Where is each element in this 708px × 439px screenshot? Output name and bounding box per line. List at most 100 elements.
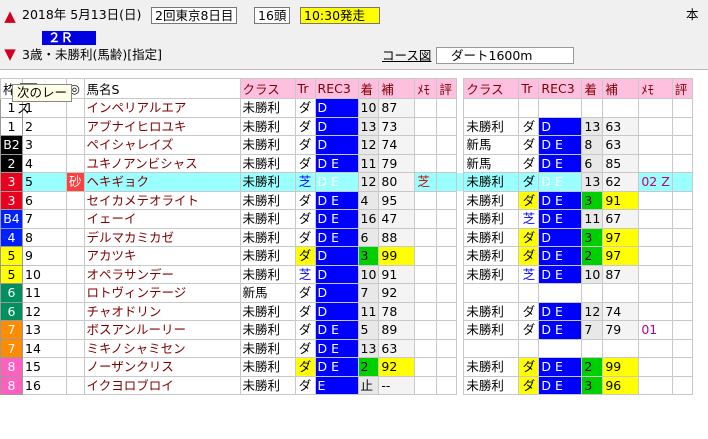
table-row[interactable]: 2 4 ユキノアンビシャス 未勝利ダ D E 11 79 新馬ダ D E 6 85 — [0, 153, 693, 173]
horse-number[interactable]: 16 — [22, 375, 67, 395]
cur-class[interactable]: 未勝利 — [239, 116, 296, 136]
waku-cell[interactable]: 7 — [0, 320, 23, 340]
prev-hyo[interactable] — [671, 172, 693, 192]
gap-cell[interactable] — [457, 265, 464, 284]
prev-track[interactable]: ダ — [518, 320, 540, 340]
horse-name[interactable]: アブナイヒロユキ — [83, 116, 241, 136]
col-cur-class[interactable]: クラス — [239, 78, 296, 99]
cur-class[interactable]: 未勝利 — [239, 153, 296, 173]
col-prev-hyo[interactable]: 評 — [671, 78, 693, 99]
prev-memo[interactable] — [638, 283, 673, 303]
prev-chaku[interactable]: 11 — [581, 209, 604, 229]
horse-name[interactable]: セイカメテオライト — [83, 190, 241, 210]
table-row[interactable]: B4 7 イェーイ 未勝利ダ D E 16 47 未勝利芝 D E 11 67 — [0, 209, 693, 229]
gap-cell[interactable] — [457, 136, 464, 155]
next-race-arrow-icon[interactable]: ▼ — [3, 44, 17, 64]
table-row[interactable]: 5 10 オペラサンデー 未勝利芝 D 10 91 未勝利芝 D E 10 87 — [0, 264, 693, 284]
gap-cell[interactable] — [457, 191, 464, 210]
cur-ho[interactable]: 79 — [378, 153, 416, 173]
prev-chaku[interactable]: 3 — [581, 190, 604, 210]
prev-track[interactable] — [518, 338, 540, 358]
horse-name[interactable]: イェーイ — [83, 209, 241, 229]
prev-ho[interactable]: 97 — [602, 227, 640, 247]
cur-rec3[interactable]: D — [314, 283, 359, 303]
waku-cell[interactable]: 2 — [0, 153, 23, 173]
cur-chaku[interactable]: 12 — [357, 135, 380, 155]
horse-number[interactable]: 13 — [22, 320, 67, 340]
prev-chaku[interactable]: 3 — [581, 375, 604, 395]
cur-chaku[interactable]: 12 — [357, 172, 380, 192]
cur-class[interactable]: 未勝利 — [239, 338, 296, 358]
cur-ho[interactable]: 78 — [378, 301, 416, 321]
prev-rec3[interactable]: D — [538, 227, 583, 247]
cur-hyo[interactable] — [436, 153, 458, 173]
prev-memo[interactable] — [638, 338, 673, 358]
prev-hyo[interactable] — [671, 246, 693, 266]
cur-memo[interactable] — [414, 153, 438, 173]
waku-cell[interactable]: 6 — [0, 283, 23, 303]
prev-ho[interactable]: 63 — [602, 135, 640, 155]
col-prev-tr[interactable]: Tr — [518, 78, 540, 99]
col-cur-ho[interactable]: 補 — [378, 78, 416, 99]
prev-memo[interactable] — [638, 264, 673, 284]
prev-track[interactable]: ダ — [518, 153, 540, 173]
prev-ho[interactable]: 87 — [602, 264, 640, 284]
waku-cell[interactable]: 5 — [0, 246, 23, 266]
horse-name[interactable]: オペラサンデー — [83, 264, 241, 284]
table-row[interactable]: B2 3 ペイシャレイズ 未勝利ダ D 12 74 新馬ダ D E 8 63 — [0, 135, 693, 155]
cur-ho[interactable]: 95 — [378, 190, 416, 210]
prev-memo[interactable] — [638, 190, 673, 210]
waku-cell[interactable]: 3 — [0, 172, 23, 192]
gap-cell[interactable] — [457, 284, 464, 303]
col-cur-rec[interactable]: REC3 — [314, 78, 359, 99]
cur-class[interactable]: 未勝利 — [239, 209, 296, 229]
cur-memo[interactable]: 芝 — [414, 172, 438, 192]
prev-class[interactable]: 未勝利 — [463, 301, 520, 321]
cur-track[interactable]: ダ — [294, 301, 316, 321]
cur-rec3[interactable]: D E — [314, 338, 359, 358]
cur-track[interactable]: ダ — [294, 190, 316, 210]
cur-memo[interactable] — [414, 338, 438, 358]
prev-chaku[interactable] — [581, 98, 604, 118]
prev-class[interactable]: 未勝利 — [463, 190, 520, 210]
table-row[interactable]: 7 14 ミキノシャミセン 未勝利ダ D E 13 63 — [0, 338, 693, 358]
cur-chaku[interactable]: 10 — [357, 98, 380, 118]
prev-class[interactable] — [463, 283, 520, 303]
horse-number[interactable]: 15 — [22, 357, 67, 377]
prev-ho[interactable]: 62 — [602, 172, 640, 192]
prev-hyo[interactable] — [671, 135, 693, 155]
col-cur-memo[interactable]: ﾒﾓ — [414, 78, 438, 99]
prev-class[interactable]: 未勝利 — [463, 227, 520, 247]
prev-memo[interactable] — [638, 153, 673, 173]
cur-memo[interactable] — [414, 135, 438, 155]
prev-rec3[interactable]: D E — [538, 190, 583, 210]
gap-cell[interactable] — [457, 339, 464, 358]
cur-ho[interactable]: 91 — [378, 264, 416, 284]
prev-track[interactable]: ダ — [518, 301, 540, 321]
cur-class[interactable]: 未勝利 — [239, 375, 296, 395]
cur-track[interactable]: ダ — [294, 283, 316, 303]
cur-ho[interactable]: 73 — [378, 116, 416, 136]
cur-memo[interactable] — [414, 301, 438, 321]
prev-memo[interactable] — [638, 375, 673, 395]
prev-class[interactable]: 未勝利 — [463, 172, 520, 192]
col-cur-tr[interactable]: Tr — [294, 78, 316, 99]
prev-memo[interactable] — [638, 227, 673, 247]
cur-track[interactable]: 芝 — [294, 172, 316, 192]
waku-cell[interactable]: 1 — [0, 116, 23, 136]
col-cur-chaku[interactable]: 着 — [357, 78, 380, 99]
horse-name[interactable]: ボスアンルーリー — [83, 320, 241, 340]
mark-cell[interactable] — [66, 301, 85, 321]
cur-hyo[interactable] — [436, 116, 458, 136]
horse-number[interactable]: 12 — [22, 301, 67, 321]
prev-class[interactable]: 未勝利 — [463, 375, 520, 395]
prev-rec3[interactable]: D E — [538, 246, 583, 266]
cur-memo[interactable] — [414, 246, 438, 266]
mark-cell[interactable] — [66, 190, 85, 210]
cur-chaku[interactable]: 11 — [357, 153, 380, 173]
horse-name[interactable]: デルマカミカゼ — [83, 227, 241, 247]
prev-memo[interactable] — [638, 116, 673, 136]
cur-hyo[interactable] — [436, 283, 458, 303]
col-prev-class[interactable]: クラス — [463, 78, 520, 99]
cur-ho[interactable]: 47 — [378, 209, 416, 229]
